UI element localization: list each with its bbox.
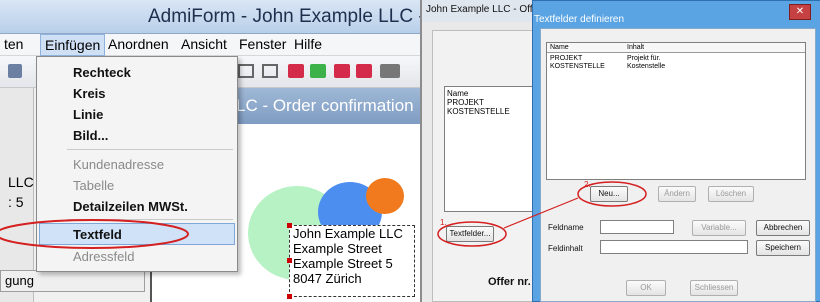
annotation-ellipse-textfeld: [0, 219, 189, 249]
annotation-overlay: [437, 181, 647, 247]
left-application-window: AdmiForm - John Example LLC - Order c te…: [0, 0, 420, 302]
right-application-window: John Example LLC - Offer (Erste Seite) N…: [420, 0, 820, 302]
